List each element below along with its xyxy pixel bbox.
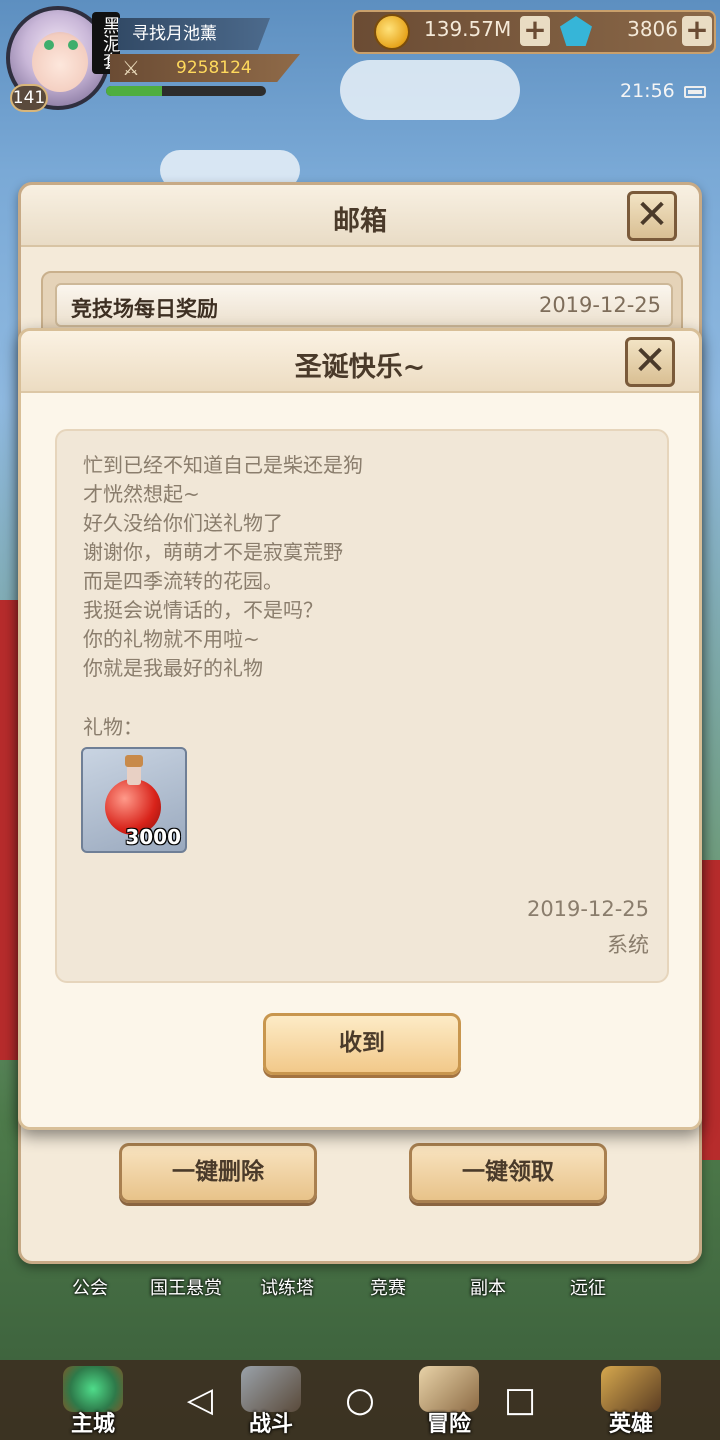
back-icon[interactable]: ◁	[180, 1380, 220, 1420]
dialog-header: 圣诞快乐~ ✕	[21, 331, 699, 393]
receive-button[interactable]: 收到	[263, 1013, 461, 1075]
message-line: 忙到已经不知道自己是柴还是狗	[83, 453, 363, 477]
dialog-title: 圣诞快乐~	[294, 352, 426, 383]
gift-label: 礼物：	[83, 715, 143, 739]
dialog-close-button[interactable]: ✕	[625, 337, 675, 387]
nav-tab-battle[interactable]: 战斗	[206, 1366, 336, 1440]
nav-label: 战斗	[248, 1412, 293, 1437]
level-badge: 141	[10, 84, 48, 112]
mailbox-title: 邮箱	[333, 206, 387, 237]
nav-tab-adventure[interactable]: 冒险	[384, 1366, 514, 1440]
mail-list-item[interactable]: 竞技场每日奖励 2019-12-25	[55, 283, 673, 327]
crossed-swords-icon: ⚔	[122, 56, 140, 80]
gold-coin-icon	[374, 14, 410, 50]
message-line: 才恍然想起~	[83, 482, 200, 506]
gem-amount: 3806	[627, 17, 678, 41]
background-banner	[700, 860, 720, 1160]
mail-item-title: 竞技场每日奖励	[71, 297, 218, 321]
function-menu: 公会 国王悬赏 试练塔 竞赛 副本 远征	[34, 1262, 686, 1308]
avatar-eye	[44, 40, 54, 50]
menu-item-dungeon[interactable]: 副本	[470, 1274, 506, 1300]
avatar-face	[32, 32, 88, 92]
mailbox-close-button[interactable]: ✕	[627, 191, 677, 241]
nav-label: 冒险	[426, 1412, 471, 1437]
xp-fill	[106, 86, 162, 96]
battery-icon	[684, 86, 706, 98]
mailbox-header: 邮箱 ✕	[21, 185, 699, 247]
mail-item-date: 2019-12-25	[538, 293, 661, 317]
nav-tab-heroes[interactable]: 英雄	[566, 1366, 696, 1440]
menu-item-contest[interactable]: 竞赛	[370, 1274, 406, 1300]
background-banner	[0, 600, 20, 1060]
message-line: 而是四季流转的花园。	[83, 569, 283, 593]
avatar-eye	[68, 40, 78, 50]
menu-item-expedition[interactable]: 远征	[570, 1274, 606, 1300]
menu-item-guild[interactable]: 公会	[72, 1274, 108, 1300]
mail-detail-dialog: 圣诞快乐~ ✕ 忙到已经不知道自己是柴还是狗 才恍然想起~ 好久没给你们送礼物了…	[18, 328, 702, 1130]
nav-label: 主城	[70, 1412, 115, 1437]
home-icon[interactable]: ○	[340, 1380, 380, 1420]
add-gems-button[interactable]: +	[682, 16, 712, 46]
mail-date: 2019-12-25	[526, 897, 649, 921]
recents-icon[interactable]: □	[500, 1380, 540, 1420]
clock: 21:56	[620, 80, 675, 102]
menu-item-king-bounty[interactable]: 国王悬赏	[150, 1274, 222, 1300]
menu-item-trial-tower[interactable]: 试练塔	[260, 1274, 314, 1300]
background-cloud	[340, 60, 520, 120]
add-coins-button[interactable]: +	[520, 16, 550, 46]
potion-cork	[125, 755, 143, 767]
nav-tab-main-city[interactable]: 主城	[28, 1366, 158, 1440]
claim-all-button[interactable]: 一键领取	[409, 1143, 607, 1203]
xp-bar	[106, 86, 266, 96]
gift-item-slot[interactable]: 3000	[81, 747, 187, 853]
delete-all-button[interactable]: 一键删除	[119, 1143, 317, 1203]
dialog-body: 忙到已经不知道自己是柴还是狗 才恍然想起~ 好久没给你们送礼物了 谢谢你，萌萌才…	[55, 429, 669, 983]
mail-sender: 系统	[607, 933, 649, 957]
message-line: 你的礼物就不用啦~	[83, 627, 260, 651]
message-line: 我挺会说情话的，不是吗？	[83, 598, 323, 622]
coin-amount: 139.57M	[424, 17, 512, 41]
message-line: 谢谢你，萌萌才不是寂寞荒野	[83, 540, 343, 564]
gift-quantity: 3000	[125, 825, 181, 849]
message-line: 你就是我最好的礼物	[83, 656, 263, 680]
message-line: 好久没给你们送礼物了	[83, 511, 283, 535]
player-name: 寻找月池薰	[118, 18, 270, 50]
nav-label: 英雄	[608, 1412, 653, 1437]
